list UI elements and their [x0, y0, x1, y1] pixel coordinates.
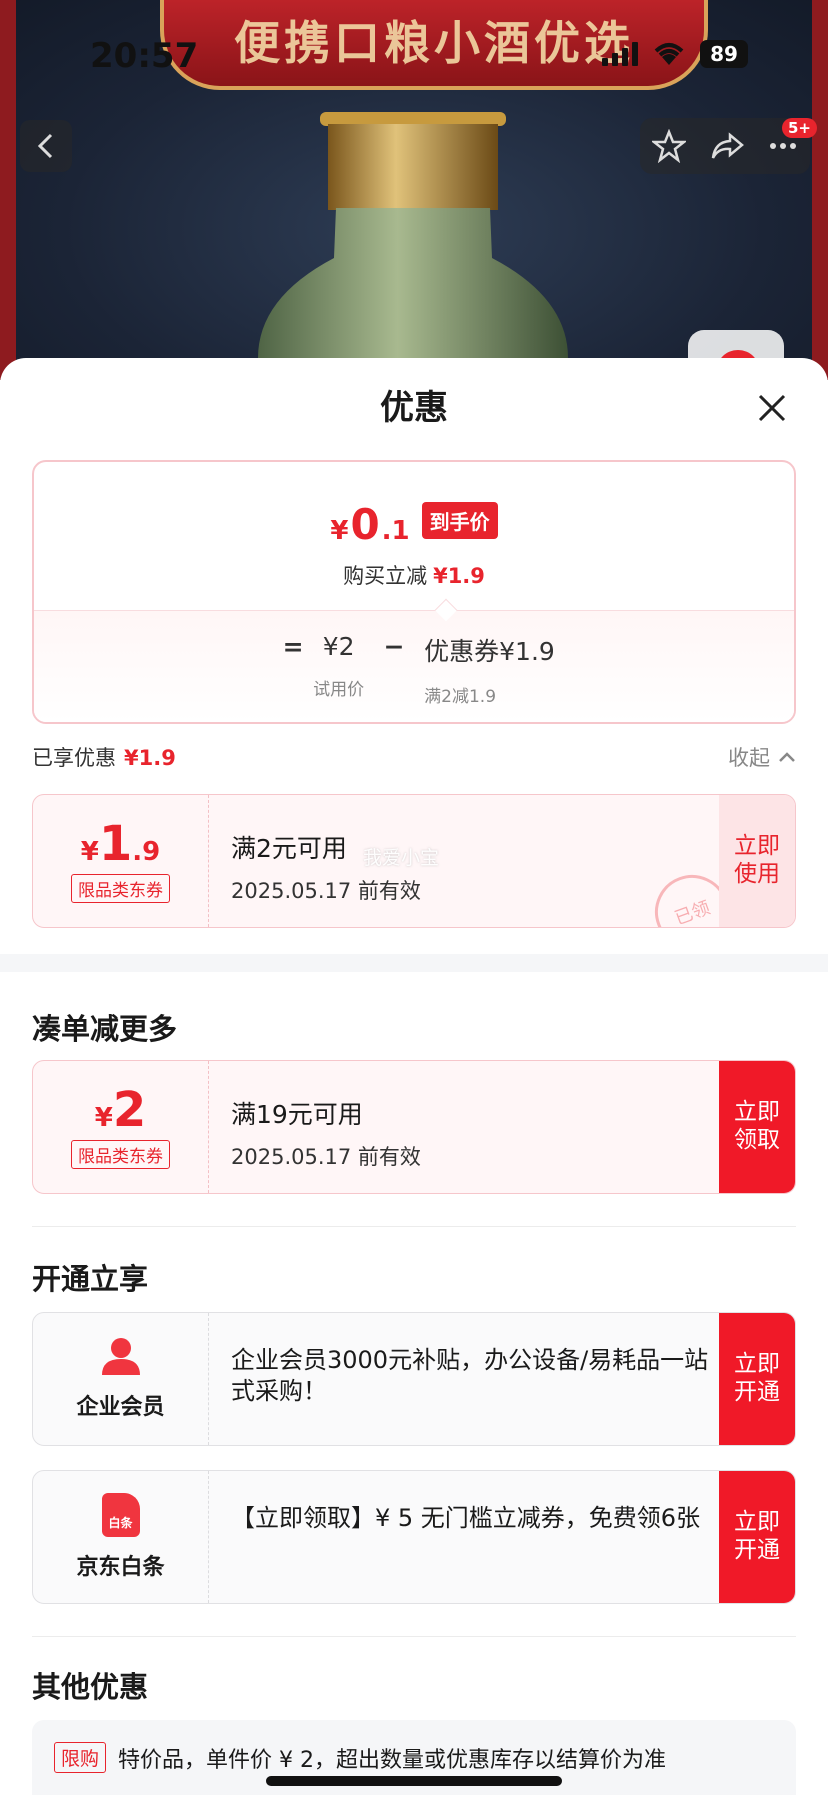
status-icons: 89: [602, 40, 748, 68]
discount-sheet: 优惠 ¥ 0 .1 到手价 购买立减 ¥1.9 = ¥2 试用价 − 优惠券¥1.…: [0, 358, 828, 1795]
coupon-type-tag: 限品类东券: [71, 873, 170, 903]
product-background: 便携口粮小酒优选 20:57 89 5+: [0, 0, 828, 380]
share-icon[interactable]: [710, 131, 744, 161]
wifi-icon: [654, 43, 684, 65]
section-title-open: 开通立享: [32, 1262, 149, 1296]
open-baitiao-button[interactable]: 立即 开通: [719, 1471, 795, 1603]
limit-tag: 限购: [54, 1742, 107, 1773]
section-title-more: 凑单减更多: [32, 1012, 178, 1046]
final-price: ¥ 0 .1 到手价: [34, 500, 794, 549]
user-icon: [101, 1338, 140, 1375]
coupon-deduction: 优惠券¥1.9 满2减1.9: [424, 637, 555, 707]
more-icon[interactable]: [768, 141, 798, 151]
applied-coupon: ¥ 1 .9 限品类东券 满2元可用 2025.05.17 前有效 我爱小宝 已…: [32, 794, 796, 928]
other-discount-text: 特价品，单件价 ¥ 2，超出数量或优惠库存以结算价为准: [118, 1748, 666, 1773]
benefit-label-block: 企业会员: [33, 1313, 209, 1445]
baitiao-icon: 白条: [101, 1493, 140, 1537]
coupon-expiry: 2025.05.17 前有效: [231, 879, 421, 903]
divider: [32, 1226, 796, 1227]
coupon-amount: ¥ 1 .9: [80, 815, 161, 872]
coupon-value-block: ¥ 2 限品类东券: [33, 1061, 209, 1193]
promo-banner-text: 便携口粮小酒优选: [234, 16, 634, 70]
equals-sign: =: [282, 632, 304, 661]
claim-now-button[interactable]: 立即 领取: [719, 1061, 795, 1193]
battery-indicator: 89: [700, 40, 748, 68]
chevron-left-icon: [37, 133, 53, 159]
benefit-label: 京东白条: [76, 1555, 165, 1580]
coupon-info: 满19元可用 2025.05.17 前有效: [231, 1095, 421, 1171]
enterprise-member-card: 企业会员 企业会员3000元补贴，办公设备/易耗品一站式采购！ 立即 开通: [32, 1312, 796, 1446]
close-icon[interactable]: [752, 388, 792, 428]
divider: [32, 1636, 796, 1637]
benefit-label: 企业会员: [76, 1395, 165, 1420]
coupon-condition: 满19元可用: [231, 1100, 363, 1129]
cellular-signal-icon: [602, 42, 638, 66]
chevron-up-icon: [779, 752, 795, 762]
open-enterprise-button[interactable]: 立即 开通: [719, 1313, 795, 1445]
minus-sign: −: [383, 632, 405, 661]
benefit-description: 企业会员3000元补贴，办公设备/易耗品一站式采购！: [231, 1346, 709, 1406]
use-now-button[interactable]: 立即 使用: [719, 795, 795, 927]
coupon-expiry: 2025.05.17 前有效: [231, 1145, 421, 1169]
bundle-coupon: ¥ 2 限品类东券 满19元可用 2025.05.17 前有效 立即 领取: [32, 1060, 796, 1194]
base-price: ¥2 试用价: [313, 632, 365, 700]
collapse-button[interactable]: 收起: [728, 742, 796, 772]
watermark: 我爱小宝: [363, 847, 440, 869]
price-breakdown-card: ¥ 0 .1 到手价 购买立减 ¥1.9 = ¥2 试用价 − 优惠券¥1.9 满…: [32, 460, 796, 724]
coupon-type-tag: 限品类东券: [71, 1139, 170, 1169]
sheet-title: 优惠: [380, 388, 448, 428]
benefit-label-block: 白条 京东白条: [33, 1471, 209, 1603]
section-divider: [0, 954, 828, 972]
star-icon[interactable]: [652, 129, 686, 163]
benefit-description: 【立即领取】¥ 5 无门槛立减券，免费领6张: [231, 1504, 701, 1532]
section-title-other: 其他优惠: [32, 1670, 149, 1704]
message-badge: 5+: [782, 118, 818, 138]
enjoyed-discount: 已享优惠 ¥1.9: [32, 746, 176, 770]
baitiao-card: 白条 京东白条 【立即领取】¥ 5 无门槛立减券，免费领6张 立即 开通: [32, 1470, 796, 1604]
coupon-amount: ¥ 2: [94, 1081, 147, 1138]
instant-reduction: 购买立减 ¥1.9: [343, 564, 485, 588]
price-formula: = ¥2 试用价 − 优惠券¥1.9 满2减1.9: [34, 632, 794, 707]
back-button[interactable]: [20, 120, 72, 172]
coupon-value-block: ¥ 1 .9 限品类东券: [33, 795, 209, 927]
final-price-tag: 到手价: [421, 502, 498, 539]
product-bottle-image: [254, 112, 572, 380]
home-indicator: [266, 1776, 562, 1786]
status-time: 20:57: [90, 36, 199, 76]
